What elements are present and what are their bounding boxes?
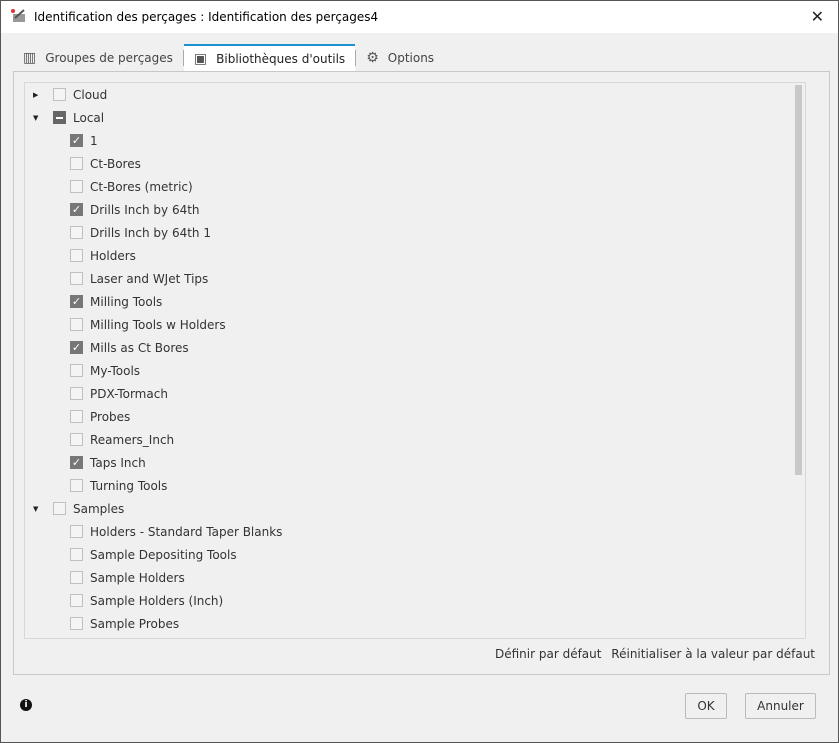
tree-item[interactable]: ✓ Drills Inch by 64th [70, 198, 200, 221]
tab-bar: ▥ Groupes de perçages ▣ Bibliothèques d'ou… [13, 44, 444, 71]
tree-item[interactable]: PDX-Tormach [70, 382, 168, 405]
reset-default-link[interactable]: Réinitialiser à la valeur par défaut [611, 647, 815, 661]
tool-library-icon: ▣ [193, 50, 208, 67]
ok-button[interactable]: OK [685, 693, 727, 719]
tab-panel: ▶ Cloud ▼ Local ✓ 1 Ct-Bores Ct-Bores (metric) ✓… [13, 71, 830, 675]
checkbox[interactable] [70, 594, 83, 607]
tab-drill-groups[interactable]: ▥ Groupes de perçages [13, 44, 183, 71]
tree-item[interactable]: My-Tools [70, 359, 140, 382]
tree-item-label: Reamers_Inch [90, 432, 175, 447]
tree-item-label: Holders [90, 248, 136, 263]
tree-item[interactable]: ✓ Milling Tools [70, 290, 162, 313]
tree-item[interactable]: Ct-Bores [70, 152, 141, 175]
app-icon [10, 8, 28, 26]
drill-groups-icon: ▥ [23, 49, 37, 66]
tree-item-label: Sample Holders [90, 570, 185, 585]
tree-item[interactable]: ▼ Samples [33, 497, 124, 520]
checkbox[interactable]: ✓ [70, 456, 83, 469]
tab-options[interactable]: ⚙ Options [356, 44, 444, 71]
tree-item[interactable]: Sample Holders (Inch) [70, 589, 223, 612]
title-bar: Identification des perçages : Identifica… [1, 1, 838, 33]
checkbox[interactable]: ✓ [70, 341, 83, 354]
tree-item[interactable]: Sample Probes [70, 612, 179, 635]
tree-item[interactable]: Ct-Bores (metric) [70, 175, 193, 198]
tree-item-label: Laser and WJet Tips [90, 271, 209, 286]
tab-label: Options [387, 50, 435, 65]
tree-item-label: Drills Inch by 64th [90, 202, 200, 217]
checkbox[interactable] [70, 272, 83, 285]
set-default-link[interactable]: Définir par défaut [495, 647, 601, 661]
tree-item-label: My-Tools [90, 363, 141, 378]
tree-item[interactable]: Milling Tools w Holders [70, 313, 226, 336]
tree-item-label: Local [73, 110, 105, 125]
tree-item[interactable]: Turning Tools [70, 474, 167, 497]
checkbox[interactable] [70, 479, 83, 492]
tree-item-label: Ct-Bores (metric) [90, 179, 193, 194]
checkbox[interactable] [70, 525, 83, 538]
checkbox[interactable]: ✓ [70, 295, 83, 308]
tree-item[interactable]: ✓ Mills as Ct Bores [70, 336, 189, 359]
tree-item[interactable]: Holders - Standard Taper Blanks [70, 520, 282, 543]
tree-item[interactable]: Holders [70, 244, 136, 267]
cancel-button[interactable]: Annuler [745, 693, 816, 719]
tree-item-label: Sample Probes [90, 616, 180, 631]
scrollbar-thumb[interactable] [795, 85, 802, 475]
checkbox[interactable] [70, 157, 83, 170]
library-tree: ▶ Cloud ▼ Local ✓ 1 Ct-Bores Ct-Bores (metric) ✓… [24, 82, 806, 639]
tree-item-label: Sample Holders (Inch) [90, 593, 224, 608]
tab-tool-libraries[interactable]: ▣ Bibliothèques d'outils [183, 44, 356, 71]
checkbox[interactable] [70, 249, 83, 262]
tree-item[interactable]: ▼ Local [33, 106, 104, 129]
checkbox[interactable] [53, 502, 66, 515]
tree-item-label: Milling Tools w Holders [90, 317, 226, 332]
tree-item-label: Holders - Standard Taper Blanks [90, 524, 283, 539]
tree-item[interactable]: Drills Inch by 64th 1 [70, 221, 211, 244]
checkbox[interactable] [70, 180, 83, 193]
tree-item-label: 1 [90, 133, 98, 148]
caret-right-icon[interactable]: ▶ [33, 91, 39, 99]
tree-item-label: Taps Inch [90, 455, 146, 470]
checkbox[interactable] [70, 364, 83, 377]
tree-item-label: Turning Tools [90, 478, 168, 493]
tree-item-label: Mills as Ct Bores [90, 340, 189, 355]
checkbox[interactable]: ✓ [70, 203, 83, 216]
tree-item-label: Probes [90, 409, 131, 424]
tree-item[interactable]: ▶ Cloud [33, 83, 107, 106]
checkbox[interactable] [70, 571, 83, 584]
tree-item[interactable]: Reamers_Inch [70, 428, 174, 451]
tree-item-label: Drills Inch by 64th 1 [90, 225, 211, 240]
tree-item[interactable]: ✓ 1 [70, 129, 98, 152]
tree-item-label: PDX-Tormach [90, 386, 168, 401]
tab-label: Bibliothèques d'outils [216, 51, 346, 66]
checkbox[interactable] [70, 433, 83, 446]
checkbox[interactable] [70, 226, 83, 239]
checkbox[interactable] [70, 617, 83, 630]
caret-down-icon[interactable]: ▼ [33, 505, 39, 513]
tree-item[interactable]: Laser and WJet Tips [70, 267, 208, 290]
tree-item-label: Sample Depositing Tools [90, 547, 237, 562]
tree-item[interactable]: Sample Depositing Tools [70, 543, 237, 566]
tree-item-label: Milling Tools [90, 294, 163, 309]
checkbox[interactable] [70, 410, 83, 423]
window-title: Identification des perçages : Identifica… [34, 10, 379, 24]
tree-item[interactable]: Probes [70, 405, 130, 428]
gear-icon: ⚙ [366, 49, 379, 66]
tree-item-label: Samples [73, 501, 125, 516]
default-links: Définir par défaut Réinitialiser à la va… [489, 647, 815, 661]
checkbox[interactable] [70, 548, 83, 561]
checkbox[interactable] [53, 111, 66, 124]
checkbox[interactable] [70, 387, 83, 400]
tab-label: Groupes de perçages [45, 50, 173, 65]
tree-item-label: Ct-Bores [90, 156, 141, 171]
tree-item[interactable]: Sample Holders [70, 566, 185, 589]
checkbox[interactable] [70, 318, 83, 331]
checkbox[interactable] [53, 88, 66, 101]
caret-down-icon[interactable]: ▼ [33, 114, 39, 122]
tree-item-label: Cloud [73, 87, 108, 102]
info-icon[interactable]: i [20, 699, 32, 711]
checkbox[interactable]: ✓ [70, 134, 83, 147]
tree-item[interactable]: ✓ Taps Inch [70, 451, 146, 474]
close-icon[interactable]: ✕ [811, 7, 824, 26]
